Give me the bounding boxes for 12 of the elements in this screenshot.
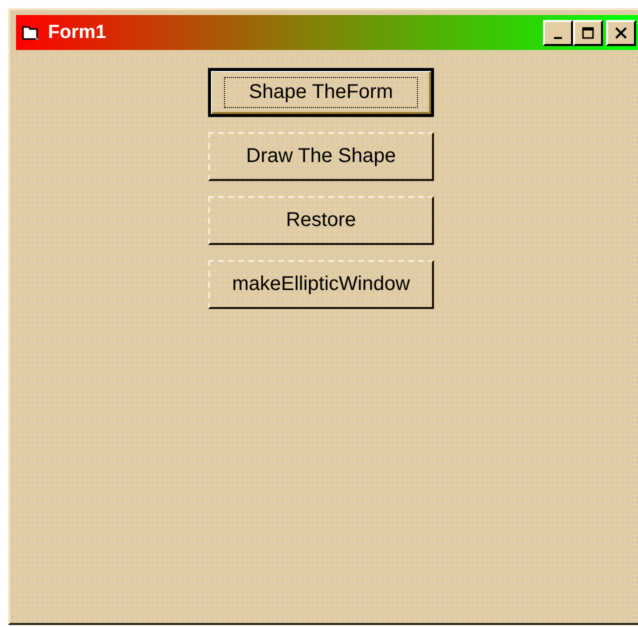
maximize-icon: [581, 26, 595, 38]
minimize-icon: [554, 36, 562, 38]
command-button[interactable]: Restore: [208, 196, 434, 245]
window-icon: [22, 24, 40, 40]
command-button[interactable]: Draw The Shape: [208, 132, 434, 181]
minimize-button[interactable]: [543, 20, 573, 46]
close-button[interactable]: [606, 20, 636, 46]
command-button[interactable]: Shape TheForm: [208, 68, 434, 117]
window-title: Form1: [48, 22, 106, 44]
close-icon: [614, 26, 628, 38]
maximize-button[interactable]: [573, 20, 603, 46]
command-button[interactable]: makeEllipticWindow: [208, 260, 434, 309]
